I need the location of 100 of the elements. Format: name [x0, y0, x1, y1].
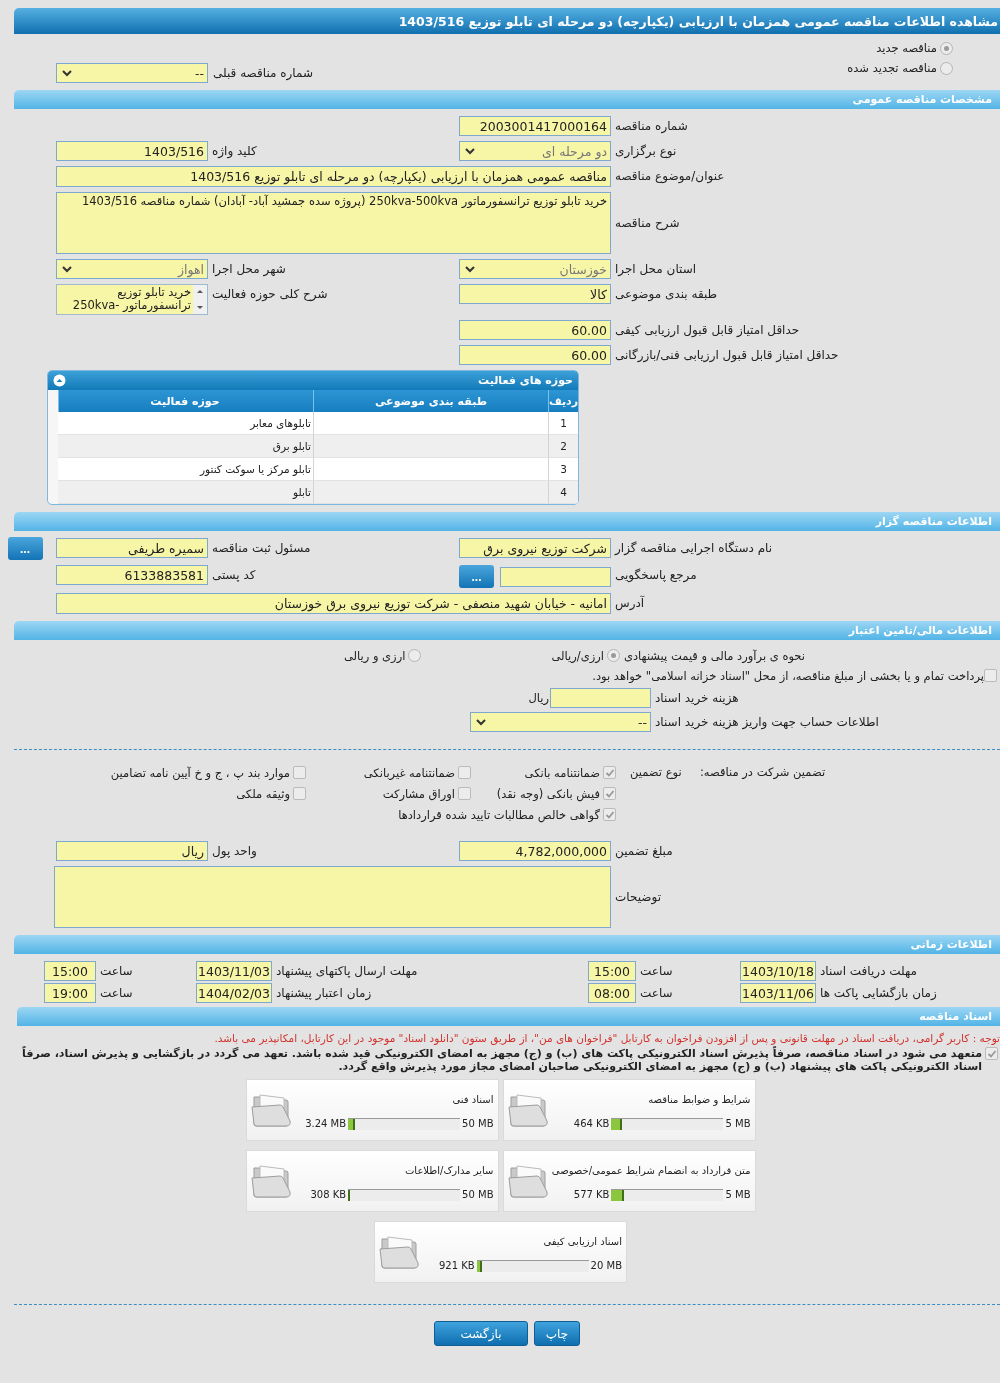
checkbox[interactable] [458, 766, 471, 779]
input-field[interactable]: 1403/516 [56, 141, 208, 161]
date-field[interactable]: 1403/10/18 [740, 961, 816, 981]
radio-label: ارزی/ریالی [551, 648, 604, 663]
field-label: زمان اعتبار پیشنهاد [276, 986, 372, 1000]
input-field[interactable]: سمیره طریفی [56, 538, 208, 558]
table-cell: 4 [548, 481, 578, 504]
checkbox[interactable] [603, 808, 616, 821]
section-header: مشخصات مناقصه عمومی [14, 90, 1000, 109]
radio-label: مناقصه جدید [876, 41, 937, 55]
field-label: حداقل امتیاز قابل قبول ارزیابی فنی/بازرگانی [615, 348, 839, 362]
checkbox[interactable] [458, 787, 471, 800]
caret-icon [62, 265, 72, 273]
time-field[interactable]: 15:00 [44, 961, 96, 981]
checkbox-label: ضمانتنامه بانکی [524, 765, 600, 780]
file-size: 921 KB [438, 1260, 475, 1271]
input-field[interactable]: 60.00 [459, 320, 611, 340]
field-label: نحوه ی برآورد مالی و قیمت پیشنهادی [623, 648, 805, 663]
field-label: شماره مناقصه [615, 119, 688, 133]
folder-icon [506, 1162, 549, 1200]
checkbox[interactable] [603, 766, 616, 779]
lookup-button[interactable]: ... [459, 565, 494, 588]
caret-icon [465, 147, 475, 155]
checkbox[interactable] [603, 787, 616, 800]
page-title: مشاهده اطلاعات مناقصه عمومی همزمان با ارزیابی (یکپارچه) دو مرحله ای تابلو توزیع 1403/516 [14, 8, 1000, 34]
table-cell: 2 [548, 435, 578, 458]
checkbox-label: موارد بند پ ، ج و خ آیین نامه تضامین [110, 765, 290, 780]
input-field[interactable]: 4,782,000,000 [459, 841, 611, 861]
input-field[interactable] [550, 688, 651, 708]
input-field[interactable]: 2003001417000164 [459, 116, 611, 136]
field-label: ساعت [640, 964, 673, 978]
field-label: واحد پول [212, 844, 257, 858]
document-title: اسناد فنی [452, 1093, 494, 1105]
checkbox[interactable] [293, 766, 306, 779]
action-button[interactable]: چاپ [534, 1321, 580, 1346]
field-label: نوع برگزاری [615, 144, 677, 158]
size-limit: 5 MB [725, 1118, 751, 1129]
table-cell: تابلو برق [58, 435, 313, 458]
time-field[interactable]: 19:00 [44, 983, 96, 1003]
field-label: تضمین شرکت در مناقصه: [700, 765, 826, 779]
radio-button[interactable] [940, 61, 953, 75]
checkbox-label: ضمانتنامه غیربانکی [363, 765, 455, 780]
dropdown[interactable]: دو مرحله ای [459, 141, 611, 161]
text-area[interactable]: خرید تابلو توزیع ترانسفورماتور -250kva [56, 284, 208, 315]
checkbox-label: وثیقه ملکی [236, 786, 290, 801]
section-header: اسناد مناقصه [17, 1007, 1000, 1026]
field-label: شماره مناقصه قبلی [213, 66, 313, 80]
dropdown[interactable]: -- [56, 63, 208, 83]
column-header: ردیف [548, 390, 578, 412]
input-field[interactable]: 60.00 [459, 345, 611, 365]
radio-button[interactable] [940, 41, 953, 55]
checkbox[interactable] [293, 787, 306, 800]
field-label: مهلت ارسال پاکتهای پیشنهاد [276, 964, 418, 978]
input-field[interactable]: امانیه - خیابان شهید منصفی - شرکت توزیع نیروی برق خوزستان [56, 593, 611, 614]
input-field[interactable] [500, 566, 611, 587]
notice-text: توجه : کاربر گرامی، دریافت اسناد در مهلت قانونی و پس از افزودن فراخوان به کارتابل "فراخوان های من"، از طریق ستون "دانلود اسناد" موجود در این کارتابل، امکانپذیر می باشد. [213, 1032, 1000, 1044]
dropdown[interactable]: اهواز [56, 259, 208, 279]
scroll-bar[interactable] [193, 285, 207, 314]
action-button[interactable]: بازگشت [434, 1321, 528, 1346]
column-header: طبقه بندی موضوعی [313, 390, 548, 412]
document-title: اسناد ارزیابی کیفی [543, 1235, 622, 1247]
dropdown[interactable]: خوزستان [459, 259, 611, 279]
text-area[interactable] [54, 866, 611, 928]
size-limit: 50 MB [462, 1118, 494, 1129]
text-area[interactable]: خرید تابلو توزیع ترانسفورماتور 250kva-500kva (پروژه سده جمشید آباد- آبادان) شماره مناقصه 1403/516 [56, 192, 611, 254]
checkbox[interactable] [984, 669, 997, 682]
document-title: متن قرارداد به انضمام شرایط عمومی/خصوصی [551, 1164, 751, 1176]
radio-button[interactable] [606, 649, 620, 662]
checkbox-label: فیش بانکی (وجه نقد) [496, 786, 600, 801]
field-label: توضیحات [615, 890, 662, 904]
radio-label: مناقصه تجدید شده [847, 61, 937, 75]
field-label: هزینه خرید اسناد [655, 691, 739, 705]
lookup-button[interactable]: ... [7, 537, 43, 560]
input-field[interactable]: کالا [459, 284, 611, 304]
folder-icon [249, 1091, 292, 1129]
date-field[interactable]: 1403/11/06 [740, 983, 816, 1003]
field-label: کد پستی [212, 568, 256, 582]
document-title: سایر مدارک/اطلاعات [404, 1164, 494, 1176]
input-field[interactable]: مناقصه عمومی همزمان با ارزیابی (یکپارچه) دو مرحله ای تابلو توزیع 1403/516 [56, 166, 611, 187]
field-label: حداقل امتیاز قابل قبول ارزیابی کیفی [615, 323, 800, 337]
caret-icon [465, 265, 475, 273]
input-field[interactable]: ریال [56, 841, 208, 861]
input-field[interactable]: شرکت توزیع نیروی برق [459, 538, 611, 558]
time-field[interactable]: 15:00 [588, 961, 636, 981]
time-field[interactable]: 08:00 [588, 983, 636, 1003]
field-label: طبقه بندی موضوعی [615, 287, 718, 301]
collapse-icon[interactable] [53, 374, 66, 387]
date-field[interactable]: 1404/02/03 [196, 983, 272, 1003]
field-label: عنوان/موضوع مناقصه [615, 169, 725, 183]
dropdown[interactable]: -- [470, 712, 651, 732]
date-field[interactable]: 1403/11/03 [196, 961, 272, 981]
checkbox[interactable] [985, 1047, 998, 1060]
file-size: 3.24 MB [305, 1118, 347, 1129]
radio-button[interactable] [408, 649, 422, 662]
field-label: مرجع پاسخگویی [615, 568, 697, 582]
field-label: کلید واژه [212, 144, 257, 158]
unit-label: ریال [528, 691, 549, 705]
caret-icon [476, 718, 486, 726]
field-label: شهر محل اجرا [212, 262, 286, 276]
input-field[interactable]: 6133883581 [56, 565, 208, 585]
